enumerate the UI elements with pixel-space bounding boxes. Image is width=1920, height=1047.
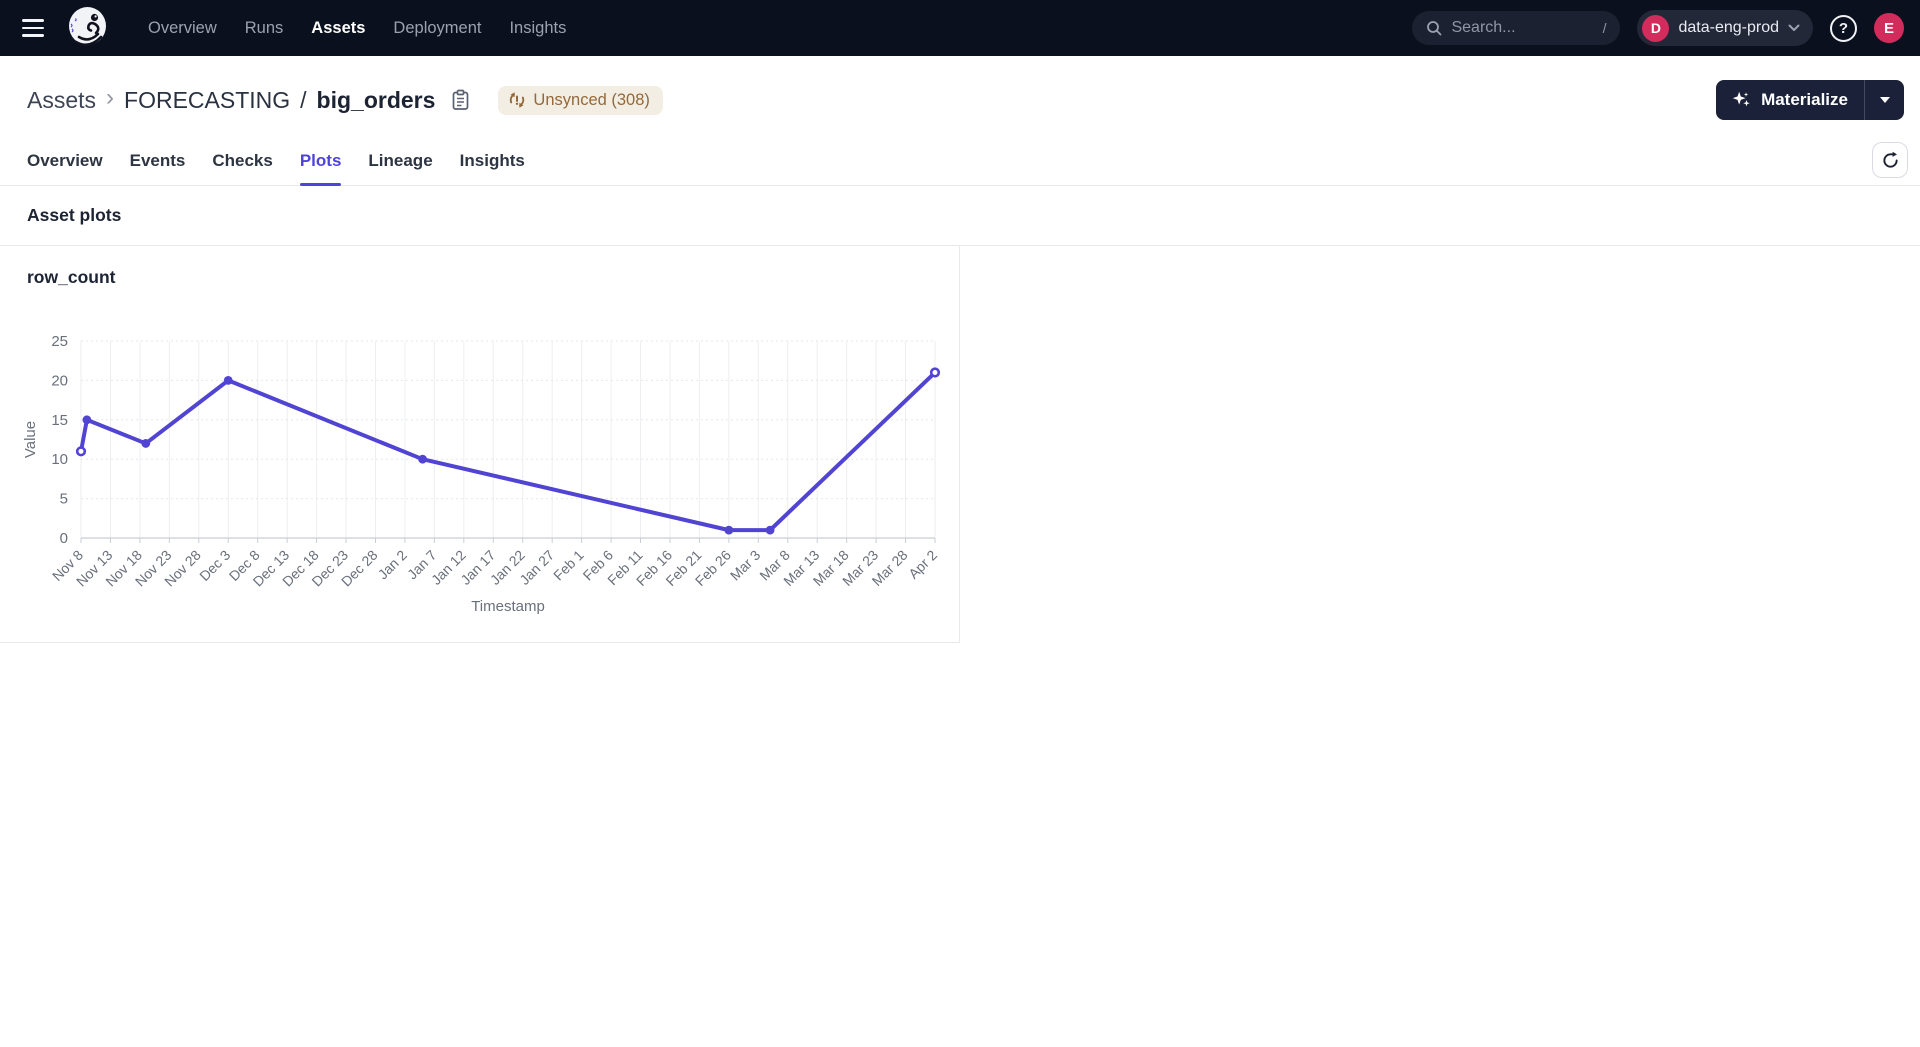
search-input[interactable]: Search... / bbox=[1412, 11, 1620, 45]
asset-header: Assets › FORECASTING / big_orders Un bbox=[0, 56, 1920, 136]
materialize-split-button: Materialize bbox=[1716, 80, 1904, 120]
breadcrumb-chevron-icon: › bbox=[106, 86, 114, 110]
tab-checks[interactable]: Checks bbox=[212, 151, 272, 185]
svg-text:Timestamp: Timestamp bbox=[471, 598, 545, 615]
section-title: Asset plots bbox=[27, 205, 1893, 226]
main-nav: Overview Runs Assets Deployment Insights bbox=[148, 19, 566, 38]
nav-item-assets[interactable]: Assets bbox=[311, 19, 365, 38]
help-icon[interactable]: ? bbox=[1830, 15, 1857, 42]
breadcrumb: Assets › FORECASTING / big_orders Un bbox=[27, 86, 663, 115]
asset-plots-section-header: Asset plots bbox=[0, 186, 1920, 246]
page-title-asset-name: big_orders bbox=[317, 87, 436, 114]
status-badge[interactable]: Unsynced (308) bbox=[498, 86, 662, 115]
search-icon bbox=[1426, 20, 1442, 36]
svg-text:Dec 3: Dec 3 bbox=[196, 547, 233, 584]
materialize-button[interactable]: Materialize bbox=[1716, 80, 1864, 120]
materialize-button-label: Materialize bbox=[1761, 90, 1848, 110]
plot-title: row_count bbox=[0, 267, 959, 288]
tab-events[interactable]: Events bbox=[130, 151, 186, 185]
top-nav-bar: Overview Runs Assets Deployment Insights Sea… bbox=[0, 0, 1920, 56]
svg-text:0: 0 bbox=[60, 530, 68, 547]
plot-card: row_count Nov 8Nov 13Nov 18Nov 23Nov 28D… bbox=[0, 246, 960, 643]
materialize-dropdown-button[interactable] bbox=[1864, 80, 1904, 120]
svg-text:5: 5 bbox=[60, 491, 68, 508]
svg-text:15: 15 bbox=[51, 412, 68, 429]
nav-item-deployment[interactable]: Deployment bbox=[393, 19, 481, 38]
status-badge-label: Unsynced (308) bbox=[533, 91, 649, 110]
user-avatar[interactable]: E bbox=[1874, 13, 1904, 43]
chevron-down-icon bbox=[1788, 24, 1800, 32]
dagster-logo-icon[interactable] bbox=[66, 6, 110, 50]
tab-overview[interactable]: Overview bbox=[27, 151, 103, 185]
tab-insights[interactable]: Insights bbox=[460, 151, 525, 185]
nav-item-runs[interactable]: Runs bbox=[245, 19, 284, 38]
hamburger-menu-icon[interactable] bbox=[18, 11, 52, 45]
svg-text:10: 10 bbox=[51, 451, 68, 468]
sparkles-icon bbox=[1730, 89, 1752, 111]
sync-alert-icon bbox=[508, 91, 526, 109]
nav-right-group: Search... / D data-eng-prod ? E bbox=[1412, 10, 1904, 46]
breadcrumb-assets-link[interactable]: Assets bbox=[27, 87, 96, 114]
nav-item-overview[interactable]: Overview bbox=[148, 19, 217, 38]
deployment-name: data-eng-prod bbox=[1678, 19, 1779, 37]
search-placeholder: Search... bbox=[1451, 19, 1593, 37]
breadcrumb-slash: / bbox=[300, 87, 306, 114]
svg-text:Mar 3: Mar 3 bbox=[727, 547, 764, 584]
svg-text:20: 20 bbox=[51, 372, 68, 389]
nav-item-insights[interactable]: Insights bbox=[509, 19, 566, 38]
svg-text:25: 25 bbox=[51, 333, 68, 350]
asset-tabs: Overview Events Checks Plots Lineage Insights bbox=[0, 136, 1920, 186]
deployment-switcher[interactable]: D data-eng-prod bbox=[1637, 10, 1813, 46]
search-shortcut-key: / bbox=[1603, 20, 1607, 36]
refresh-button[interactable] bbox=[1872, 142, 1908, 178]
svg-text:Jan 2: Jan 2 bbox=[375, 547, 411, 583]
svg-text:Value: Value bbox=[22, 421, 39, 458]
svg-text:Apr 2: Apr 2 bbox=[905, 547, 940, 582]
caret-down-icon bbox=[1880, 97, 1890, 103]
breadcrumb-asset-group[interactable]: FORECASTING bbox=[124, 87, 290, 114]
copy-asset-name-button[interactable] bbox=[451, 89, 470, 111]
row-count-line-chart[interactable]: Nov 8Nov 13Nov 18Nov 23Nov 28Dec 3Dec 8D… bbox=[0, 302, 960, 642]
svg-text:Feb 1: Feb 1 bbox=[550, 547, 587, 584]
tab-plots[interactable]: Plots bbox=[300, 151, 342, 185]
tab-lineage[interactable]: Lineage bbox=[368, 151, 432, 185]
deployment-initial-badge: D bbox=[1642, 15, 1669, 42]
clipboard-icon bbox=[451, 89, 470, 111]
line-chart-svg: Nov 8Nov 13Nov 18Nov 23Nov 28Dec 3Dec 8D… bbox=[0, 302, 960, 642]
refresh-icon bbox=[1881, 151, 1900, 170]
